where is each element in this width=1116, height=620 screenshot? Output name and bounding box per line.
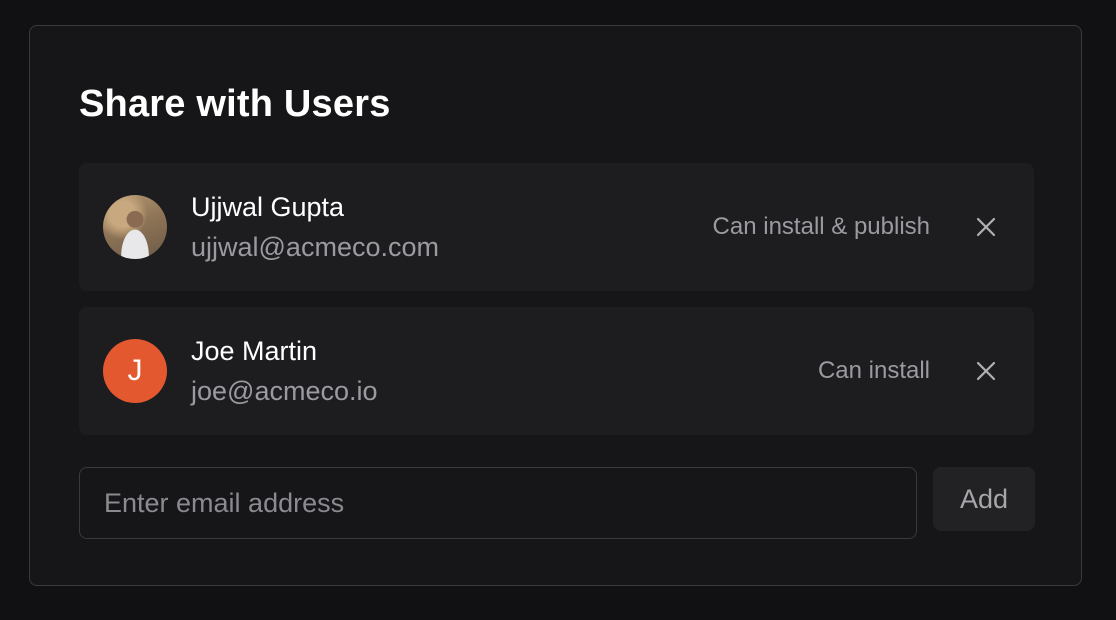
permission-selector[interactable]: Can install & publish (713, 211, 930, 243)
remove-user-button[interactable] (972, 213, 1000, 241)
close-icon (976, 361, 996, 381)
remove-user-button[interactable] (972, 357, 1000, 385)
email-input[interactable] (79, 467, 917, 539)
close-icon (976, 217, 996, 237)
user-name: Ujjwal Gupta (191, 192, 345, 222)
avatar (103, 195, 167, 259)
user-email: ujjwal@acmeco.com (191, 232, 439, 262)
user-row: J Joe Martin joe@acmeco.io Can install (79, 307, 1034, 435)
user-name: Joe Martin (191, 336, 318, 366)
avatar: J (103, 339, 167, 403)
permission-selector[interactable]: Can install (818, 355, 930, 387)
user-email: joe@acmeco.io (191, 376, 378, 406)
dialog-title: Share with Users (79, 83, 391, 125)
share-dialog: Share with Users Ujjwal Gupta ujjwal@acm… (29, 25, 1082, 586)
add-button[interactable]: Add (933, 467, 1035, 531)
user-row: Ujjwal Gupta ujjwal@acmeco.com Can insta… (79, 163, 1034, 291)
